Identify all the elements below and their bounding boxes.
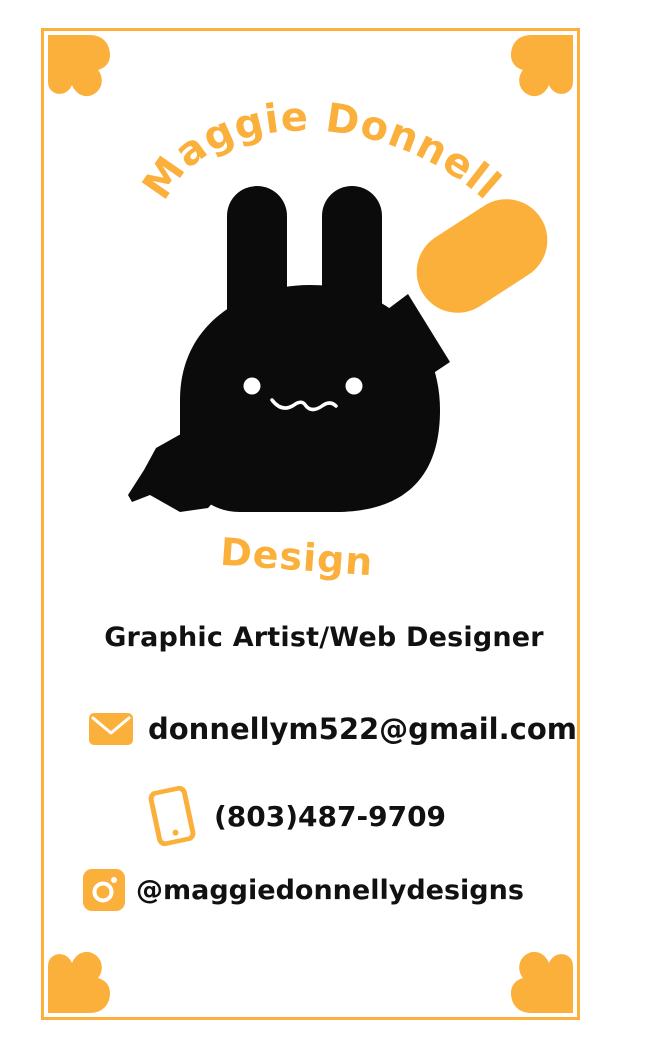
bunny-marker-logo: Maggie Donnelly Design bbox=[110, 100, 560, 600]
brand-name: Maggie Donnelly bbox=[110, 100, 509, 209]
corner-heart-icon-top-right bbox=[511, 33, 575, 97]
tagline: Graphic Artist/Web Designer bbox=[104, 622, 544, 653]
phone-contact[interactable]: (803)487-9709 bbox=[148, 785, 446, 847]
brand-name-text: Maggie Donnelly bbox=[110, 100, 508, 209]
corner-heart-icon-bottom-right bbox=[511, 951, 575, 1015]
envelope-icon bbox=[89, 713, 133, 745]
email-text[interactable]: donnellym522@gmail.com bbox=[148, 712, 577, 746]
instagram-text[interactable]: @maggiedonnellydesigns bbox=[136, 875, 524, 906]
brand-subtitle: Design bbox=[219, 530, 375, 585]
corner-heart-icon-top-left bbox=[46, 33, 110, 97]
phone-text[interactable]: (803)487-9709 bbox=[214, 800, 446, 833]
instagram-icon bbox=[83, 869, 125, 911]
phone-icon bbox=[148, 785, 196, 847]
bunny-body-icon bbox=[128, 285, 440, 512]
instagram-contact[interactable]: @maggiedonnellydesigns bbox=[82, 868, 524, 912]
corner-heart-icon-bottom-left bbox=[46, 951, 110, 1015]
email-contact[interactable]: donnellym522@gmail.com bbox=[88, 712, 577, 746]
